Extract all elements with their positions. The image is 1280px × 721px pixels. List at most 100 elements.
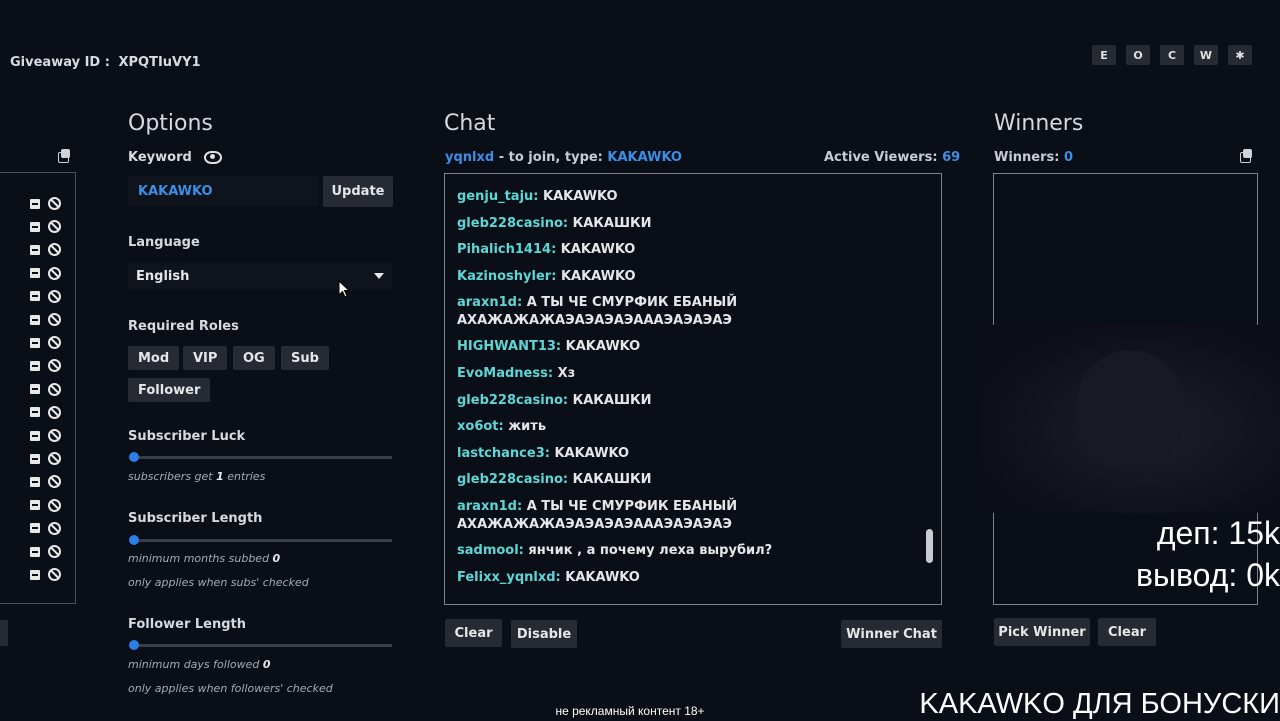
- chat-username[interactable]: araxn1d:: [457, 295, 522, 310]
- chat-username[interactable]: HIGHWANT13:: [457, 339, 561, 354]
- follower-length-note: only applies when followers' checked: [128, 682, 333, 695]
- chat-message: araxn1d: А ТЫ ЧЕ СМУРФИК ЕБАНЫЙ АХАЖАЖАЖ…: [457, 294, 897, 330]
- chat-message: gleb228casino: КАКАШКИ: [457, 392, 897, 410]
- winner-chat-button[interactable]: Winner Chat: [841, 620, 942, 648]
- ban-icon[interactable]: [48, 475, 61, 489]
- remove-icon[interactable]: [30, 360, 40, 371]
- remove-icon[interactable]: [30, 268, 40, 279]
- subscriber-length-note: only applies when subs' checked: [128, 576, 309, 589]
- ban-icon[interactable]: [48, 452, 61, 466]
- e-button[interactable]: E: [1092, 45, 1116, 65]
- chat-message: EvoMadness: Хз: [457, 365, 897, 383]
- subscriber-luck-slider[interactable]: [129, 452, 392, 462]
- ban-icon[interactable]: [48, 568, 61, 582]
- role-mod[interactable]: Mod: [128, 346, 180, 370]
- chat-text: янчик , а почему леха вырубил?: [528, 543, 773, 558]
- chat-disable-button[interactable]: Disable: [511, 620, 577, 648]
- update-button[interactable]: Update: [323, 176, 393, 207]
- ban-icon[interactable]: [48, 243, 61, 257]
- remove-icon[interactable]: [30, 523, 40, 534]
- ban-icon[interactable]: [48, 521, 61, 535]
- subscriber-length-slider[interactable]: [129, 535, 392, 545]
- remove-icon[interactable]: [30, 337, 40, 348]
- keyword-input[interactable]: [128, 176, 318, 206]
- follower-length-slider[interactable]: [129, 640, 392, 650]
- chat-username[interactable]: lastchance3:: [457, 446, 550, 461]
- ban-icon[interactable]: [48, 336, 61, 350]
- remove-icon[interactable]: [30, 314, 40, 325]
- copy-users-icon[interactable]: [58, 149, 72, 163]
- chat-username[interactable]: xo6ot:: [457, 419, 504, 434]
- channel-name[interactable]: yqnlxd: [445, 150, 494, 165]
- remove-icon[interactable]: [30, 198, 40, 209]
- remove-icon[interactable]: [30, 291, 40, 302]
- subscriber-luck-hint-text: subscribers get: [128, 470, 213, 483]
- language-value: English: [136, 268, 190, 284]
- chat-text: KAKAWKO: [560, 242, 636, 258]
- ban-icon[interactable]: [48, 289, 61, 303]
- chat-log[interactable]: genju_taju: KAKAWKO gleb228casino: КАКАШК…: [444, 173, 942, 605]
- subscriber-length-knob[interactable]: [129, 535, 139, 545]
- chat-username[interactable]: sadmool:: [457, 543, 524, 558]
- remove-icon[interactable]: [30, 453, 40, 464]
- remove-icon[interactable]: [30, 407, 40, 418]
- remove-icon[interactable]: [30, 244, 40, 255]
- ban-icon[interactable]: [48, 405, 61, 419]
- ban-icon[interactable]: [48, 545, 61, 558]
- user-row: [30, 313, 61, 326]
- chat-username[interactable]: Kazinoshyler:: [457, 269, 556, 284]
- chat-username[interactable]: Felixx_yqnlxd:: [457, 570, 561, 585]
- chat-message: gleb228casino: КАКАШКИ: [457, 471, 897, 489]
- keyword-label: Keyword: [128, 150, 192, 165]
- user-row: [30, 382, 61, 396]
- ban-icon[interactable]: [48, 382, 61, 396]
- user-row: [30, 498, 61, 512]
- language-select[interactable]: English: [128, 262, 392, 290]
- ban-icon[interactable]: [48, 197, 61, 210]
- copy-winners-icon[interactable]: [1240, 149, 1254, 163]
- winners-clear-button[interactable]: Clear: [1098, 618, 1156, 646]
- follower-length-knob[interactable]: [129, 640, 139, 650]
- role-vip[interactable]: VIP: [183, 346, 228, 370]
- settings-button[interactable]: ✱: [1228, 45, 1252, 65]
- chat-username[interactable]: gleb228casino:: [457, 472, 568, 487]
- remove-icon[interactable]: [30, 546, 40, 557]
- chat-username[interactable]: gleb228casino:: [457, 216, 568, 231]
- subscriber-luck-value: 1: [216, 470, 224, 483]
- chat-username[interactable]: gleb228casino:: [457, 393, 568, 408]
- chat-username[interactable]: araxn1d:: [457, 499, 522, 514]
- user-row: [30, 266, 61, 280]
- c-button[interactable]: C: [1160, 45, 1184, 65]
- ban-icon[interactable]: [48, 429, 61, 442]
- ban-icon[interactable]: [48, 220, 61, 234]
- chat-clear-button[interactable]: Clear: [445, 619, 502, 647]
- remove-icon[interactable]: [30, 500, 40, 511]
- remove-icon[interactable]: [30, 221, 40, 232]
- chat-username[interactable]: Pihalich1414:: [457, 242, 556, 257]
- chat-text: KAKAWKO: [565, 339, 641, 355]
- o-button[interactable]: O: [1126, 45, 1150, 65]
- users-panel-button[interactable]: [0, 620, 8, 646]
- w-button[interactable]: W: [1194, 45, 1218, 65]
- eye-icon[interactable]: [204, 151, 222, 164]
- pick-winner-button[interactable]: Pick Winner: [994, 618, 1090, 646]
- ban-icon[interactable]: [48, 266, 61, 280]
- chat-message: Felixx_yqnlxd: KAKAWKO: [457, 569, 897, 587]
- chat-message: sadmool: янчик , а почему леха вырубил?: [457, 542, 897, 560]
- chat-message: Kazinoshyler: KAKAWKO: [457, 268, 897, 286]
- ban-icon[interactable]: [48, 313, 61, 326]
- role-follower[interactable]: Follower: [128, 378, 211, 402]
- remove-icon[interactable]: [30, 430, 40, 441]
- ban-icon[interactable]: [48, 359, 61, 373]
- role-og[interactable]: OG: [233, 346, 275, 370]
- ban-icon[interactable]: [48, 498, 61, 512]
- chat-username[interactable]: genju_taju:: [457, 189, 539, 204]
- webcam-overlay: [980, 325, 1280, 513]
- subscriber-luck-knob[interactable]: [129, 452, 139, 462]
- chat-scrollbar[interactable]: [926, 529, 933, 563]
- remove-icon[interactable]: [30, 476, 40, 487]
- chat-username[interactable]: EvoMadness:: [457, 366, 553, 381]
- remove-icon[interactable]: [30, 569, 40, 580]
- role-sub[interactable]: Sub: [281, 346, 329, 370]
- remove-icon[interactable]: [30, 384, 40, 395]
